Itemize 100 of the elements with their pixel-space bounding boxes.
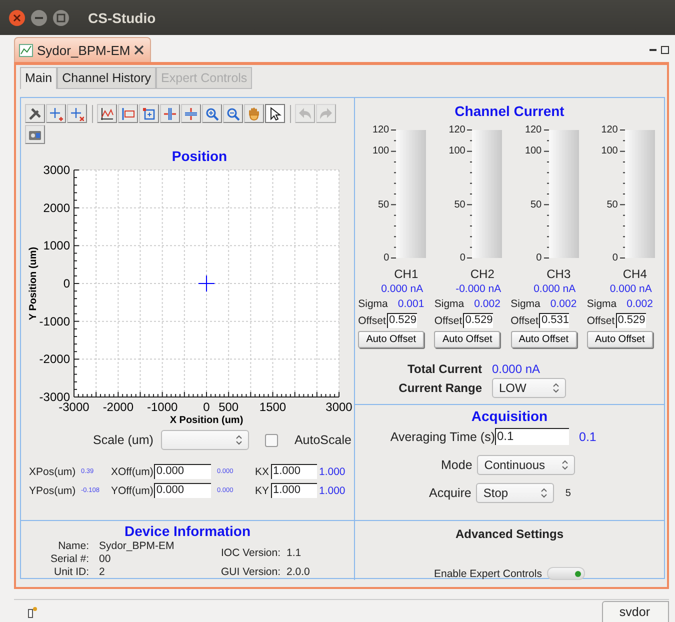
scale-label: 100 xyxy=(601,146,618,157)
editor-tab[interactable]: Sydor_BPM-EM xyxy=(14,37,152,62)
scale-label: 100 xyxy=(524,146,542,157)
acquire-count: 5 xyxy=(565,488,571,498)
auto-offset-button[interactable]: Auto Offset xyxy=(434,331,500,348)
axis-label: -2000 xyxy=(39,352,70,366)
axis-label: 1000 xyxy=(43,238,70,253)
toolbar-button[interactable] xyxy=(25,104,45,123)
hand-icon xyxy=(247,106,261,120)
offset-input[interactable]: 0.529 xyxy=(616,313,646,328)
scale-label: 0 xyxy=(612,252,618,264)
axis-label: -2000 xyxy=(102,400,134,414)
axis-label: 3000 xyxy=(326,400,352,414)
gain-input[interactable]: 1.000 xyxy=(271,464,317,479)
axis-title: Y Position (um) xyxy=(28,246,39,320)
axis-icon xyxy=(121,106,135,120)
info-value: Sydor_BPM-EM xyxy=(98,540,176,552)
scale-label: 0 xyxy=(384,252,390,264)
averaging-time-value: 0.1 xyxy=(578,430,598,444)
current-range-dropdown[interactable]: LOW xyxy=(492,378,566,398)
channel-name: CH4 xyxy=(622,267,648,281)
scale-label: 50 xyxy=(530,199,542,210)
offset-label: Offset xyxy=(434,314,462,326)
crosshair-x-icon xyxy=(70,106,84,120)
spinner-icon xyxy=(236,435,242,445)
sigma-label: Sigma xyxy=(358,298,388,310)
acquire-label: Acquire xyxy=(429,486,472,500)
minimize-button[interactable] xyxy=(30,8,48,26)
spinner-icon xyxy=(541,488,548,498)
user-label: svdor xyxy=(602,601,669,622)
scale-label: 50 xyxy=(454,199,466,210)
channel-name: CH1 xyxy=(393,267,420,281)
axis-label: 1500 xyxy=(259,400,286,414)
sigma-value: 0.002 xyxy=(626,298,653,310)
spinner-icon xyxy=(562,460,568,470)
auto-offset-button[interactable]: Auto Offset xyxy=(586,331,653,348)
section-title: Device Information xyxy=(123,523,252,539)
scale-label: 100 xyxy=(448,146,466,157)
window-title: CS-Studio xyxy=(88,10,156,26)
tab[interactable]: Main xyxy=(20,67,58,89)
undo-icon xyxy=(298,106,312,120)
axis-label: 500 xyxy=(218,400,239,414)
channel-current: 0.000 nA xyxy=(532,283,577,295)
toolbar-button[interactable] xyxy=(97,104,117,123)
info-label: Serial #: xyxy=(49,553,89,565)
info-value: 00 xyxy=(98,553,112,565)
info-label: Unit ID: xyxy=(52,566,89,578)
offset-label: Offset xyxy=(586,314,615,326)
version-value: 1.1 xyxy=(286,547,302,560)
redo-icon xyxy=(319,106,333,120)
scale-label: 100 xyxy=(372,146,390,157)
auto-offset-button[interactable]: Auto Offset xyxy=(358,331,424,348)
offset-input[interactable]: 0.529 xyxy=(386,313,417,328)
toggle-label: Enable Expert Controls xyxy=(434,568,542,580)
channel-current: 0.000 nA xyxy=(608,283,653,295)
sigma-value: 0.002 xyxy=(550,298,577,310)
channel-current: -0.000 nA xyxy=(454,283,502,295)
info-label: Name: xyxy=(57,540,89,552)
sigma-value: 0.002 xyxy=(474,298,500,310)
maximize-icon[interactable] xyxy=(661,46,669,54)
version-label: GUI Version: xyxy=(221,566,281,578)
offset-input[interactable]: 0.529 xyxy=(463,313,494,328)
version-value: 2.0.0 xyxy=(286,566,310,578)
gain-input[interactable]: 1.000 xyxy=(271,483,317,498)
averaging-time-input[interactable]: 0.1 xyxy=(495,428,569,445)
total-current-value: 0.000 nA xyxy=(492,362,542,376)
section-title: Advanced Settings xyxy=(455,527,564,541)
chart-icon xyxy=(19,44,33,56)
toggle-switch[interactable] xyxy=(546,567,585,580)
vertical-zoom-icon xyxy=(184,106,198,120)
sigma-label: Sigma xyxy=(586,298,617,310)
axis-label: 0 xyxy=(203,400,210,414)
axis-label: -1000 xyxy=(39,314,70,328)
mode-dropdown[interactable]: Continuous xyxy=(477,455,576,475)
channel-name: CH2 xyxy=(469,267,496,281)
zoom-in-icon xyxy=(205,106,219,120)
maximize-button[interactable] xyxy=(52,8,70,26)
scale-label: 120 xyxy=(372,124,390,136)
autoscale-checkbox[interactable] xyxy=(265,434,278,446)
offset-input[interactable]: 0.000 xyxy=(154,464,212,479)
autoscale-label: AutoScale xyxy=(294,433,352,447)
scale-label: 120 xyxy=(601,124,618,136)
auto-offset-button[interactable]: Auto Offset xyxy=(510,331,577,348)
tab[interactable]: Channel History xyxy=(57,67,156,89)
gain-label: KX xyxy=(254,466,269,478)
offset-label: YOff(um) xyxy=(111,484,154,496)
close-button[interactable] xyxy=(8,8,26,26)
acquire-dropdown[interactable]: Stop xyxy=(476,483,554,503)
channel-current: 0.000 nA xyxy=(380,283,424,295)
mode-label: Mode xyxy=(441,458,472,472)
crosshair-plus-icon xyxy=(49,106,63,120)
chart-title: Position xyxy=(170,148,228,164)
toolbar-button[interactable] xyxy=(265,104,285,123)
position-label: XPos(um) xyxy=(29,466,77,478)
offset-input[interactable]: 0.000 xyxy=(154,483,212,498)
sigma-label: Sigma xyxy=(434,298,464,310)
averaging-time-label: Averaging Time (s) xyxy=(389,430,495,444)
close-icon[interactable] xyxy=(134,45,144,55)
horizontal-zoom-icon xyxy=(163,106,177,120)
offset-input[interactable]: 0.531 xyxy=(539,313,570,328)
